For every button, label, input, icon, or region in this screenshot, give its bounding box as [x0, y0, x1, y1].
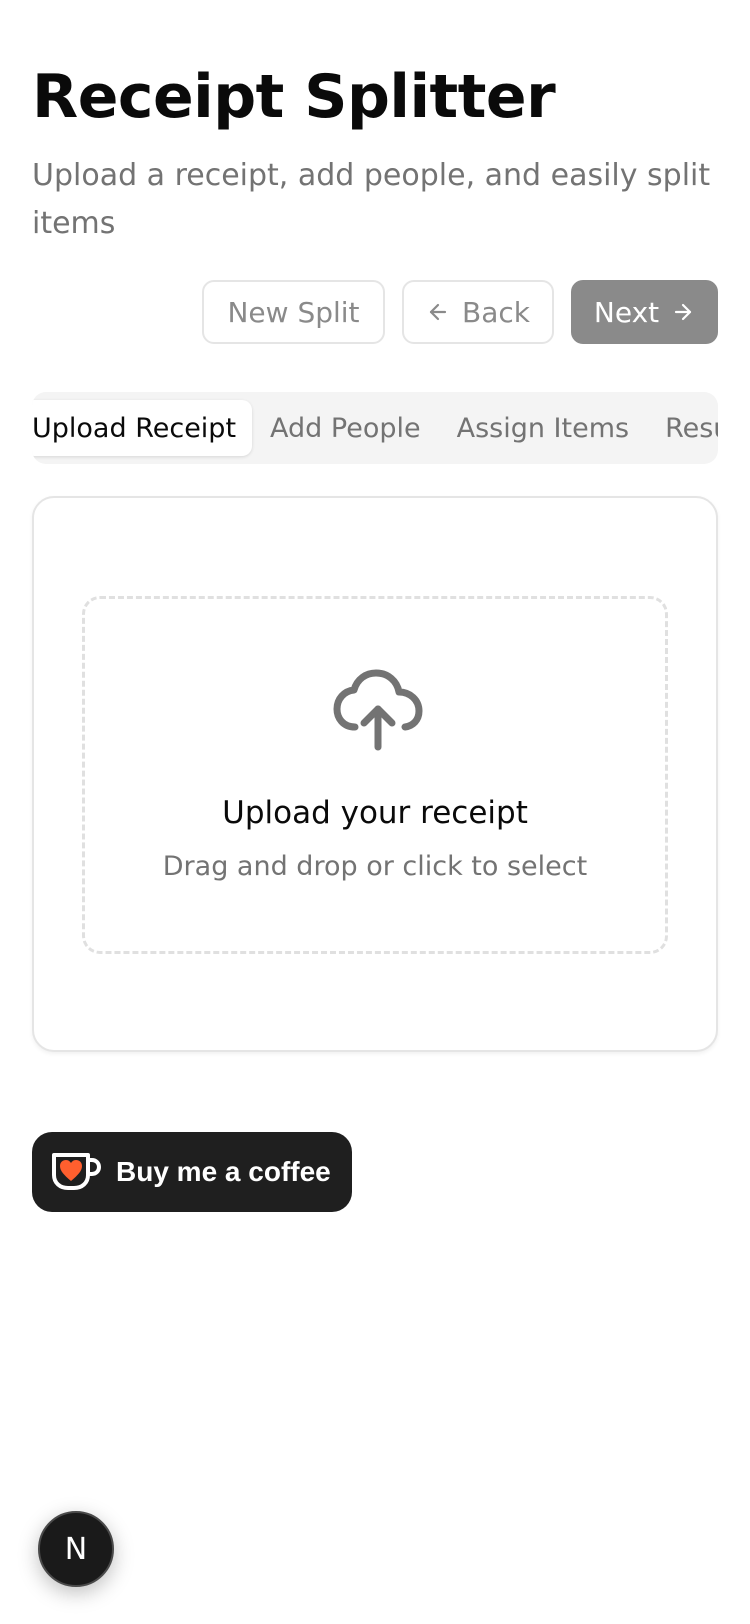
arrow-left-icon — [426, 300, 450, 324]
tab-results[interactable]: Results — [647, 400, 718, 456]
action-bar: New Split Back Next — [202, 280, 718, 344]
tab-assign-items[interactable]: Assign Items — [439, 400, 647, 456]
back-label: Back — [462, 295, 530, 329]
next-label: Next — [593, 295, 660, 329]
page-title: Receipt Splitter — [32, 62, 556, 132]
dev-indicator-badge[interactable]: N — [38, 1511, 114, 1587]
coffee-cup-heart-icon — [50, 1149, 102, 1195]
new-split-button[interactable]: New Split — [202, 280, 385, 344]
step-tabs-list: Upload Receipt Add People Assign Items R… — [32, 400, 718, 456]
tab-add-people[interactable]: Add People — [252, 400, 439, 456]
arrow-right-icon — [671, 300, 695, 324]
buy-me-a-coffee-button[interactable]: Buy me a coffee — [32, 1132, 352, 1212]
upload-title: Upload your receipt — [222, 795, 528, 831]
next-button[interactable]: Next — [571, 280, 718, 344]
tab-upload-receipt[interactable]: Upload Receipt — [32, 400, 253, 456]
dev-badge-label: N — [64, 1531, 88, 1567]
back-button[interactable]: Back — [402, 280, 554, 344]
upload-card: Upload your receipt Drag and drop or cli… — [32, 496, 718, 1052]
receipt-dropzone[interactable]: Upload your receipt Drag and drop or cli… — [82, 596, 668, 954]
page-subtitle: Upload a receipt, add people, and easily… — [32, 158, 711, 241]
buy-me-a-coffee-label: Buy me a coffee — [116, 1156, 331, 1187]
page: Receipt Splitter Upload a receipt, add p… — [0, 0, 750, 1624]
upload-hint: Drag and drop or click to select — [162, 851, 588, 882]
cloud-upload-icon — [333, 669, 423, 753]
step-tabs: Upload Receipt Add People Assign Items R… — [32, 392, 718, 464]
new-split-label: New Split — [227, 295, 360, 329]
